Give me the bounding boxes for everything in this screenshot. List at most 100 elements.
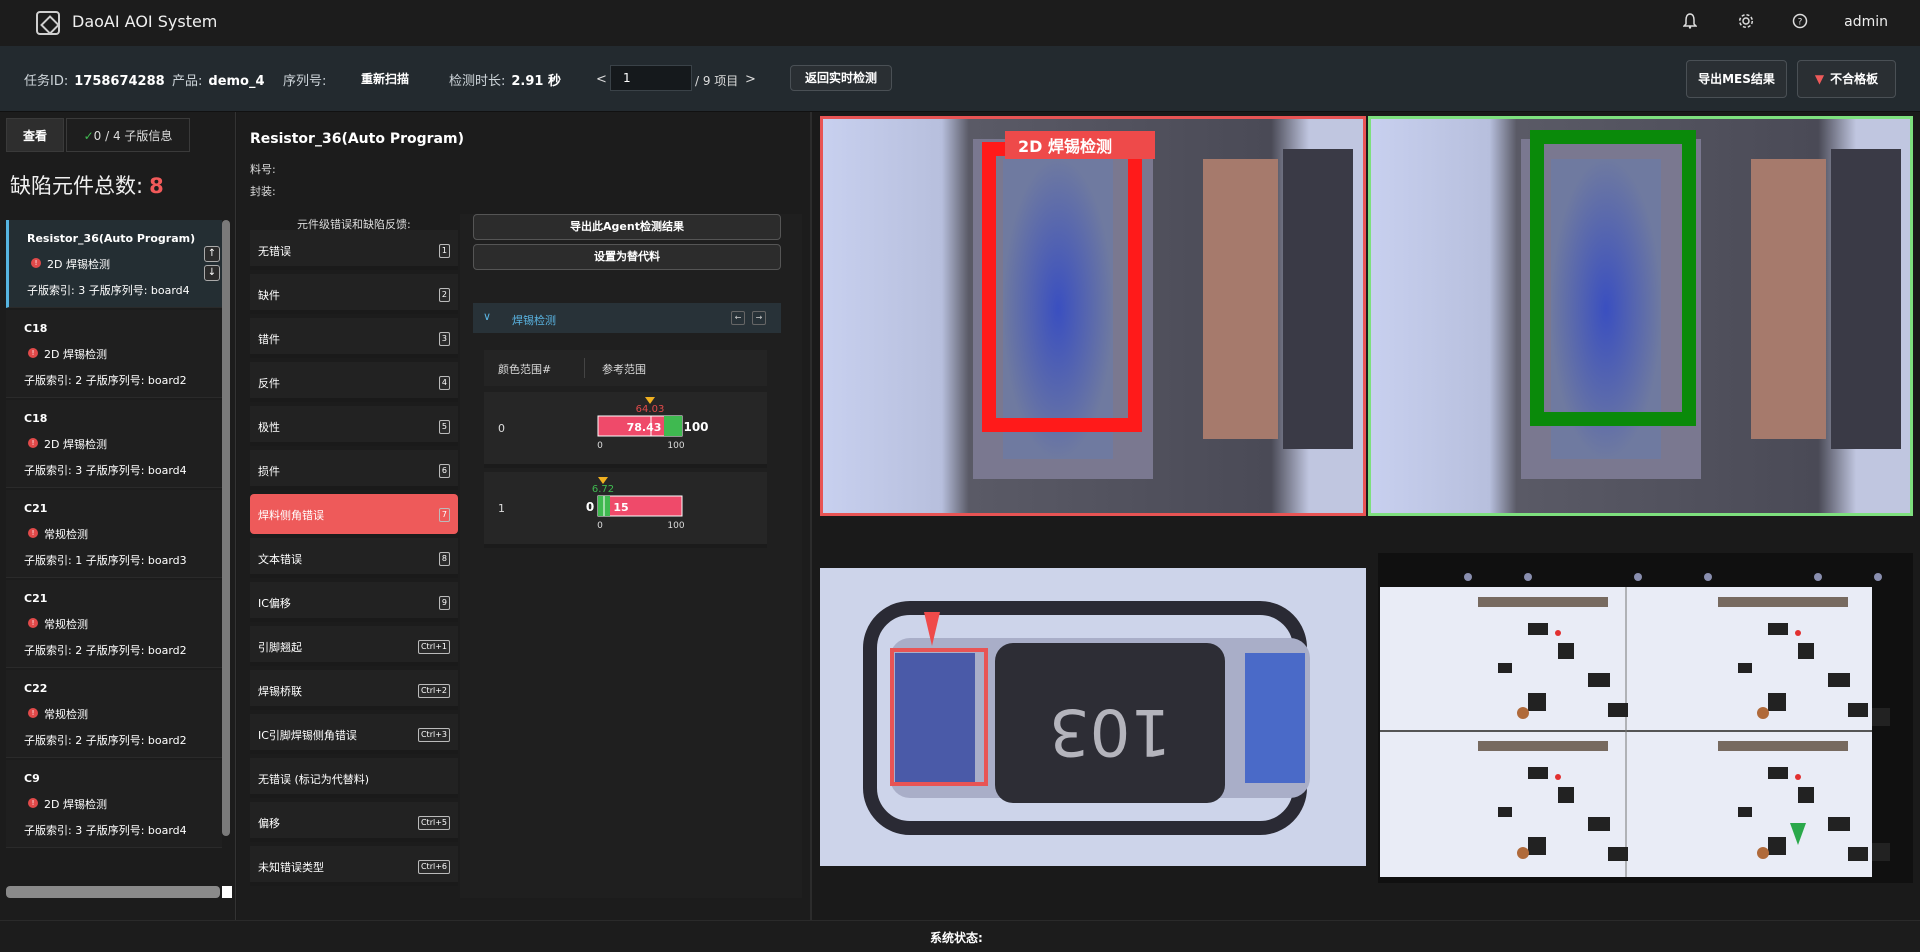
- next-page-button[interactable]: >: [745, 72, 756, 87]
- inspection-image-defect[interactable]: 2D 焊锡检测: [820, 116, 1366, 516]
- set-substitute-button[interactable]: 设置为替代料: [473, 244, 781, 270]
- list-item[interactable]: C21 ! 常规检测 子版索引: 2 子版序列号: board2: [6, 580, 222, 668]
- task-id: 任务ID: 1758674288: [24, 74, 165, 89]
- bar-value: 15: [613, 501, 628, 514]
- page-input[interactable]: [610, 65, 692, 91]
- marker-value: 64.03: [636, 404, 665, 415]
- solder-closeup-image: 2D 焊锡检测: [823, 119, 1363, 513]
- list-item-name: C18: [24, 412, 48, 425]
- shortcut-key-badge: 9: [438, 596, 450, 610]
- list-item-name: C21: [24, 592, 48, 605]
- col-color-range: 颜色范围#: [498, 363, 552, 376]
- error-type-button[interactable]: 文本错误 8: [250, 538, 458, 578]
- prev-page-button[interactable]: <: [596, 72, 607, 87]
- arrow-down-icon[interactable]: ↓: [204, 265, 220, 281]
- error-dot-icon: !: [31, 258, 41, 268]
- resistor-image: 103: [820, 568, 1366, 866]
- shortcut-key-badge: 8: [438, 552, 450, 566]
- realtime-inspection-button[interactable]: 返回实时检测: [790, 65, 892, 91]
- list-item-type: 常规检测: [44, 708, 88, 721]
- good-range: [664, 416, 682, 436]
- list-item[interactable]: C18 ! 2D 焊锡检测 子版索引: 2 子版序列号: board2: [6, 310, 222, 398]
- error-type-label: IC偏移: [258, 597, 291, 610]
- rescan-button[interactable]: 重新扫描: [361, 70, 409, 87]
- error-type-button[interactable]: IC偏移 9: [250, 582, 458, 622]
- bar-value: 78.43: [627, 421, 662, 434]
- error-type-button[interactable]: 无错误 (标记为代替料): [250, 758, 458, 798]
- error-type-button[interactable]: 未知错误类型 Ctrl+6: [250, 846, 458, 886]
- inspection-image-reference[interactable]: [1368, 116, 1913, 516]
- page-total: / 9 项目: [695, 74, 739, 88]
- user-menu[interactable]: admin: [1844, 14, 1888, 30]
- arrow-left-icon[interactable]: ←: [731, 311, 745, 325]
- list-scrollbar-horizontal[interactable]: [6, 886, 220, 898]
- error-type-button[interactable]: 引脚翘起 Ctrl+1: [250, 626, 458, 666]
- shortcut-key-badge: 6: [438, 464, 450, 478]
- list-item-name: C21: [24, 502, 48, 515]
- error-type-button[interactable]: 错件 3: [250, 318, 458, 358]
- error-type-button[interactable]: 偏移 Ctrl+5: [250, 802, 458, 842]
- error-type-button[interactable]: IC引脚焊锡侧角错误 Ctrl+3: [250, 714, 458, 754]
- fail-board-label: 不合格板: [1830, 72, 1879, 86]
- error-type-button[interactable]: 极性 5: [250, 406, 458, 446]
- list-item-name: Resistor_36(Auto Program): [27, 232, 196, 245]
- component-detail-panel: Resistor_36(Auto Program) 料号: 封装: 元件级错误和…: [237, 112, 812, 920]
- error-type-label: 损件: [258, 465, 280, 478]
- board-overview-image[interactable]: [1378, 553, 1913, 883]
- range-bar: [597, 495, 683, 517]
- marker-triangle: [598, 477, 608, 484]
- list-item[interactable]: Resistor_36(Auto Program) ! 2D 焊锡检测 子版索引…: [6, 220, 222, 308]
- export-mes-button[interactable]: 导出MES结果: [1686, 60, 1787, 98]
- list-item-meta: 子版索引: 1 子版序列号: board3: [24, 554, 187, 567]
- error-type-button[interactable]: 焊锡桥联 Ctrl+2: [250, 670, 458, 710]
- range-bar-chart: 6.72 15 0 0 100: [586, 477, 685, 531]
- error-dot-icon: !: [28, 708, 38, 718]
- inspection-detail-column: 导出此Agent检测结果 设置为替代料 ∨ 焊锡检测 ← → 颜色范围# 参考范…: [460, 214, 802, 898]
- list-item-meta: 子版索引: 3 子版序列号: board4: [27, 284, 190, 297]
- error-type-label: 文本错误: [258, 553, 302, 566]
- scrollbar-corner: [222, 886, 232, 898]
- range-bar-chart: 64.03 78.43 100 0 100: [597, 397, 709, 451]
- list-scrollbar-vertical[interactable]: [222, 220, 230, 836]
- shortcut-key-badge: Ctrl+5: [417, 816, 450, 830]
- product: 产品: demo_4: [172, 74, 265, 89]
- error-type-label: IC引脚焊锡侧角错误: [258, 729, 357, 742]
- list-item[interactable]: C22 ! 常规检测 子版索引: 2 子版序列号: board2: [6, 670, 222, 758]
- list-item[interactable]: C18 ! 2D 焊锡检测 子版索引: 3 子版序列号: board4: [6, 400, 222, 488]
- error-dot-icon: !: [28, 618, 38, 628]
- material-number: 料号:: [250, 163, 276, 176]
- top-bar: DaoAI AOI System ? admin: [0, 0, 1920, 46]
- axis-min: 0: [597, 521, 603, 531]
- shortcut-key-badge: 5: [438, 420, 450, 434]
- component-title: Resistor_36(Auto Program): [250, 131, 464, 147]
- error-type-label: 焊锡桥联: [258, 685, 302, 698]
- list-item[interactable]: C9 ! 2D 焊锡检测 子版索引: 3 子版序列号: board4: [6, 760, 222, 848]
- error-type-label: 引脚翘起: [258, 641, 302, 654]
- export-agent-result-button[interactable]: 导出此Agent检测结果: [473, 214, 781, 240]
- gear-icon[interactable]: [1736, 13, 1756, 33]
- component-image[interactable]: 103: [820, 568, 1366, 866]
- list-item[interactable]: C21 ! 常规检测 子版索引: 1 子版序列号: board3: [6, 490, 222, 578]
- tab-view[interactable]: 查看: [6, 118, 64, 152]
- error-type-button[interactable]: 焊料侧角错误 7: [250, 494, 458, 534]
- arrow-up-icon[interactable]: ↑: [204, 246, 220, 262]
- error-type-button[interactable]: 反件 4: [250, 362, 458, 402]
- help-icon[interactable]: ?: [1790, 13, 1810, 33]
- list-item-meta: 子版索引: 2 子版序列号: board2: [24, 644, 187, 657]
- shortcut-key-badge: Ctrl+6: [417, 860, 450, 874]
- error-type-label: 无错误 (标记为代替料): [258, 773, 370, 786]
- arrow-right-icon[interactable]: →: [752, 311, 766, 325]
- error-type-button[interactable]: 损件 6: [250, 450, 458, 490]
- serial-number: 序列号:: [283, 74, 327, 89]
- error-type-button[interactable]: 缺件 2: [250, 274, 458, 314]
- error-dot-icon: !: [28, 528, 38, 538]
- tab-subboard-info[interactable]: ✓0 / 4 子版信息: [66, 118, 190, 152]
- error-type-button[interactable]: 无错误 1: [250, 230, 458, 270]
- system-status: 系统状态:: [930, 931, 983, 945]
- shortcut-key-badge: Ctrl+3: [417, 728, 450, 742]
- bell-icon[interactable]: [1680, 13, 1700, 33]
- list-item-name: C9: [24, 772, 40, 785]
- fail-board-button[interactable]: ▼ 不合格板: [1797, 60, 1896, 98]
- axis-max: 100: [667, 441, 684, 451]
- solder-inspection-section[interactable]: ∨ 焊锡检测 ← →: [473, 303, 781, 333]
